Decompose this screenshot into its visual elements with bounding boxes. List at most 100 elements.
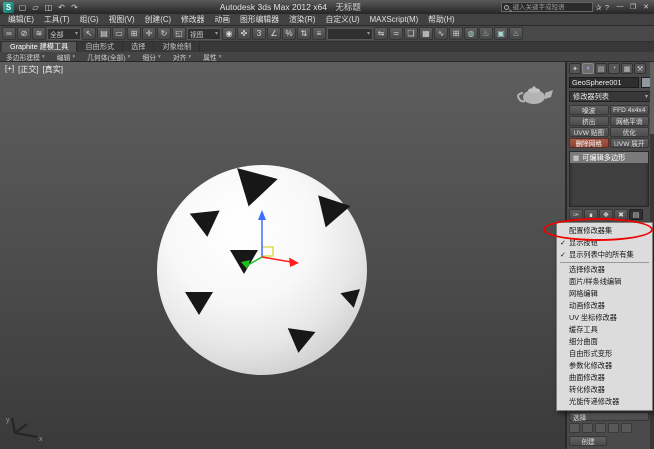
modifier-set-button[interactable]: 挤出 xyxy=(569,116,609,126)
modifier-set-button[interactable]: 删除网格 xyxy=(569,138,609,148)
close-button[interactable]: ✕ xyxy=(641,3,651,11)
undo-icon[interactable]: ↶ xyxy=(56,3,67,12)
panel-scrollbar-thumb[interactable] xyxy=(650,62,654,134)
select-by-name-icon[interactable]: ▤ xyxy=(97,27,111,40)
viewport-pov-label[interactable]: [正交] xyxy=(18,64,38,75)
modifier-list-dropdown[interactable]: 修改器列表 ▾ xyxy=(569,91,652,102)
popup-menu-item[interactable]: 细分曲面 xyxy=(557,336,652,348)
angle-snap-icon[interactable]: ∠ xyxy=(267,27,281,40)
popup-menu-item[interactable]: 自由形式变形 xyxy=(557,348,652,360)
modifier-set-button[interactable]: 优化 xyxy=(610,127,650,137)
ribbon-panel[interactable]: 细分▾ xyxy=(142,52,160,62)
hierarchy-tab[interactable]: ▤ xyxy=(595,63,607,74)
window-crossing-icon[interactable]: ⊞ xyxy=(127,27,141,40)
popup-menu-item[interactable]: 缓存工具 xyxy=(557,324,652,336)
move-gizmo[interactable] xyxy=(225,202,305,272)
popup-menu-item[interactable]: 面片/样条线编辑 xyxy=(557,276,652,288)
modifier-set-button[interactable]: 网格平滑 xyxy=(610,116,650,126)
open-file-icon[interactable]: ▱ xyxy=(30,3,41,12)
create-tab[interactable]: ✦ xyxy=(569,63,581,74)
modify-tab[interactable]: ◖ xyxy=(582,63,594,74)
popup-menu-item[interactable]: 光能传递修改器 xyxy=(557,396,652,408)
rendered-frame-icon[interactable]: ▣ xyxy=(494,27,508,40)
mirror-icon[interactable]: ⇋ xyxy=(374,27,388,40)
popup-menu-item[interactable]: 转化修改器 xyxy=(557,384,652,396)
viewport-shading-label[interactable]: [真实] xyxy=(43,64,63,75)
popup-menu-item[interactable]: 网格编辑 xyxy=(557,288,652,300)
menu-item[interactable]: 渲染(R) xyxy=(284,14,320,25)
make-unique-icon[interactable]: ❖ xyxy=(599,209,613,220)
edit-named-sets-icon[interactable]: ≡ xyxy=(312,27,326,40)
schematic-view-icon[interactable]: ⊞ xyxy=(449,27,463,40)
rectangular-selection-icon[interactable]: ▭ xyxy=(112,27,126,40)
ribbon-tab[interactable]: 选择 xyxy=(123,42,154,52)
menu-item[interactable]: 创建(C) xyxy=(140,14,176,25)
menu-item[interactable]: 图形编辑器 xyxy=(235,14,284,25)
ribbon-panel[interactable]: 几何体(全部)▾ xyxy=(87,52,130,62)
pin-stack-icon[interactable]: ✑ xyxy=(569,209,583,220)
align-icon[interactable]: ≍ xyxy=(389,27,403,40)
popup-menu-item[interactable]: ✓显示列表中的所有集 xyxy=(557,249,652,261)
motion-tab[interactable]: ◔ xyxy=(608,63,620,74)
redo-icon[interactable]: ↷ xyxy=(69,3,80,12)
popup-menu-item[interactable]: 动画修改器 xyxy=(557,300,652,312)
save-file-icon[interactable]: ◫ xyxy=(43,3,54,12)
menu-item[interactable]: 视图(V) xyxy=(104,14,140,25)
ribbon-panel[interactable]: 多边形建模▾ xyxy=(6,52,45,62)
snap-toggle-icon[interactable]: 3 xyxy=(252,27,266,40)
subobject-level-icon[interactable] xyxy=(621,423,632,433)
select-link-icon[interactable]: ∞ xyxy=(2,27,16,40)
display-tab[interactable]: ▦ xyxy=(621,63,633,74)
reference-coordinate-dropdown[interactable]: 视图▾ xyxy=(187,28,221,40)
modifier-set-button[interactable]: FFD 4x4x4 xyxy=(610,105,650,115)
help-icon[interactable]: ? xyxy=(605,3,609,12)
menu-item[interactable]: 帮助(H) xyxy=(423,14,459,25)
show-end-result-icon[interactable]: ∎ xyxy=(584,209,598,220)
viewcube-teapot-icon[interactable] xyxy=(512,80,556,110)
ribbon-tab[interactable]: 自由形式 xyxy=(77,42,123,52)
viewport-plus-menu[interactable]: [+] xyxy=(5,64,14,75)
ribbon-panel[interactable]: 属性▾ xyxy=(203,52,221,62)
select-rotate-icon[interactable]: ↻ xyxy=(157,27,171,40)
modifier-stack[interactable]: ▦可编辑多边形 xyxy=(569,151,649,207)
remove-modifier-icon[interactable]: ✖ xyxy=(614,209,628,220)
render-setup-icon[interactable]: ♨ xyxy=(479,27,493,40)
layer-manager-icon[interactable]: ❏ xyxy=(404,27,418,40)
menu-item[interactable]: 编辑(E) xyxy=(3,14,39,25)
menu-item[interactable]: 修改器 xyxy=(176,14,209,25)
popup-menu-item[interactable]: 选择修改器 xyxy=(557,264,652,276)
subobject-level-icon[interactable] xyxy=(595,423,606,433)
modifier-set-button[interactable]: UVW 贴图 xyxy=(569,127,609,137)
named-sets-dropdown[interactable]: ▾ xyxy=(327,28,373,40)
menu-item[interactable]: 组(G) xyxy=(75,14,104,25)
popup-menu-item[interactable]: UV 坐标修改器 xyxy=(557,312,652,324)
render-production-icon[interactable]: ♨ xyxy=(509,27,523,40)
menu-item[interactable]: 动画 xyxy=(209,14,235,25)
configure-modifier-sets-icon[interactable]: ▤ xyxy=(629,209,643,220)
use-pivot-center-icon[interactable]: ◉ xyxy=(222,27,236,40)
ribbon-panel[interactable]: 对齐▾ xyxy=(173,52,191,62)
ribbon-panel[interactable]: 编辑▾ xyxy=(57,52,75,62)
favorites-star-icon[interactable]: ✰ xyxy=(596,3,602,12)
viewport[interactable]: [+][正交][真实] x y xyxy=(0,62,566,449)
selection-filter-dropdown[interactable]: 全部▾ xyxy=(47,28,81,40)
modifier-stack-item[interactable]: ▦可编辑多边形 xyxy=(570,152,648,163)
select-scale-icon[interactable]: ◱ xyxy=(172,27,186,40)
percent-snap-icon[interactable]: % xyxy=(282,27,296,40)
menu-item[interactable]: 工具(T) xyxy=(39,14,75,25)
material-editor-icon[interactable]: ◍ xyxy=(464,27,478,40)
menu-item[interactable]: 自定义(U) xyxy=(320,14,364,25)
curve-editor-icon[interactable]: ∿ xyxy=(434,27,448,40)
selection-rollout-header[interactable]: 选择 xyxy=(569,412,649,421)
popup-menu-item[interactable]: 曲面修改器 xyxy=(557,372,652,384)
bind-to-spacewarp-icon[interactable]: ≋ xyxy=(32,27,46,40)
popup-menu-item[interactable]: ✓显示按钮 xyxy=(557,237,652,249)
infocenter-search-input[interactable] xyxy=(511,3,590,12)
popup-menu-item[interactable]: 参数化修改器 xyxy=(557,360,652,372)
minimize-button[interactable]: — xyxy=(615,3,625,11)
create-button[interactable]: 创建 xyxy=(569,436,607,446)
unlink-icon[interactable]: ⊘ xyxy=(17,27,31,40)
modifier-set-button[interactable]: 噪波 xyxy=(569,105,609,115)
modifier-set-button[interactable]: UVW 展开 xyxy=(610,138,650,148)
select-move-icon[interactable]: ✛ xyxy=(142,27,156,40)
